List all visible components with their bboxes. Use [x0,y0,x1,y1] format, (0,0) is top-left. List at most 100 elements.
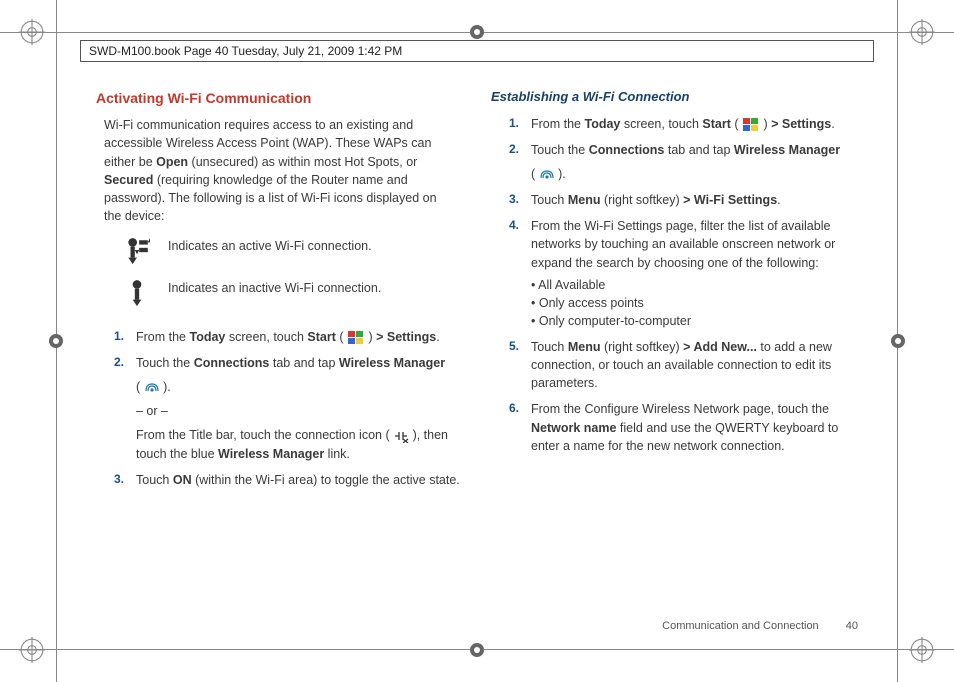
step-number: 1. [114,328,136,345]
step-bold: Menu [568,193,601,207]
step-item: 1. From the Today screen, touch Start ( … [114,328,463,346]
step-text: ) [760,117,771,131]
antenna-icon [539,168,555,182]
step-bold: > Settings [771,117,831,131]
bullet-item: Only access points [531,294,858,312]
step-item: 2. Touch the Connections tab and tap Wir… [509,141,858,183]
wifi-active-icon [124,237,150,272]
filter-bullets: All Available Only access points Only co… [531,276,858,330]
step-text: Touch [531,340,568,354]
right-column: Establishing a Wi-Fi Connection 1. From … [491,88,858,612]
step-sub: ( ). [531,165,858,183]
step-text: From the Wi-Fi Settings page, filter the… [531,219,835,269]
step-body: Touch the Connections tab and tap Wirele… [136,354,463,463]
step-text: (within the Wi-Fi area) to toggle the ac… [192,473,460,487]
intro-bold-open: Open [156,155,188,169]
step-item: 4. From the Wi-Fi Settings page, filter … [509,217,858,330]
step-text: ( [336,330,347,344]
icon-legend-row: Indicates an inactive Wi-Fi connection. [124,279,463,314]
step-body: From the Configure Wireless Network page… [531,400,858,454]
step-or: – or – [136,402,463,420]
step-text: . [831,117,834,131]
step-text: . [436,330,439,344]
print-header-text: SWD-M100.book Page 40 Tuesday, July 21, … [89,44,402,58]
step-text: ). [160,380,171,394]
step-text: screen, touch [225,330,307,344]
windows-flag-icon [742,117,760,133]
step-bold: Wireless Manager [734,143,840,157]
step-bold: Start [702,117,730,131]
step-bold: Connections [194,356,270,370]
heading-activating: Activating Wi-Fi Communication [96,88,463,108]
corner-mark-icon [909,637,935,663]
page-footer: Communication and Connection 40 [662,620,858,632]
step-number: 6. [509,400,531,417]
step-alt: From the Title bar, touch the connection… [136,426,463,462]
step-bold: Start [307,330,335,344]
step-body: Touch Menu (right softkey) > Wi-Fi Setti… [531,191,858,209]
step-bold: Today [190,330,226,344]
step-text: ( [136,380,144,394]
step-text: link. [324,447,350,461]
icon-legend-text: Indicates an active Wi-Fi connection. [168,237,463,255]
step-number: 3. [509,191,531,208]
register-mark-icon [468,641,486,659]
step-item: 1. From the Today screen, touch Start ( … [509,115,858,133]
step-bold: ON [173,473,192,487]
page-body: Activating Wi-Fi Communication Wi-Fi com… [96,88,858,612]
step-bold: > Settings [376,330,436,344]
step-bold: Today [585,117,621,131]
print-header: SWD-M100.book Page 40 Tuesday, July 21, … [80,40,874,62]
step-text: tab and tap [269,356,339,370]
register-mark-icon [889,332,907,350]
step-sub: ( ). [136,378,463,396]
icon-legend-row: Indicates an active Wi-Fi connection. [124,237,463,272]
windows-flag-icon [347,330,365,346]
step-bold: Wireless Manager [218,447,324,461]
step-body: Touch the Connections tab and tap Wirele… [531,141,858,183]
steps-list: 1. From the Today screen, touch Start ( … [509,115,858,455]
step-bold: Connections [589,143,665,157]
intro-bold-secured: Secured [104,173,153,187]
step-text: From the [531,117,585,131]
step-body: Touch Menu (right softkey) > Add New... … [531,338,858,392]
step-number: 2. [114,354,136,371]
step-bold: Menu [568,340,601,354]
left-column: Activating Wi-Fi Communication Wi-Fi com… [96,88,463,612]
step-text: (right softkey) [600,193,683,207]
register-mark-icon [47,332,65,350]
step-item: 3. Touch ON (within the Wi-Fi area) to t… [114,471,463,489]
intro-text: (unsecured) as within most Hot Spots, or [188,155,417,169]
step-bold: > Wi-Fi Settings [683,193,777,207]
icon-legend-text: Indicates an inactive Wi-Fi connection. [168,279,463,297]
step-text: . [777,193,780,207]
bullet-item: Only computer-to-computer [531,312,858,330]
corner-mark-icon [909,19,935,45]
step-bold: > Add New... [683,340,757,354]
step-text: From the Title bar, touch the connection… [136,428,393,442]
step-item: 3. Touch Menu (right softkey) > Wi-Fi Se… [509,191,858,209]
step-text: (right softkey) [600,340,683,354]
steps-list: 1. From the Today screen, touch Start ( … [114,328,463,489]
step-text: Touch [531,193,568,207]
step-text: Touch [136,473,173,487]
connection-x-icon [393,429,409,443]
step-item: 5. Touch Menu (right softkey) > Add New.… [509,338,858,392]
step-bold: Wireless Manager [339,356,445,370]
wifi-inactive-icon [124,279,150,314]
step-item: 6. From the Configure Wireless Network p… [509,400,858,454]
intro-paragraph: Wi-Fi communication requires access to a… [104,116,455,225]
footer-section: Communication and Connection [662,620,819,632]
step-body: From the Today screen, touch Start ( ) >… [136,328,463,346]
intro-text: (requiring knowledge of the Router name … [104,173,437,223]
step-body: From the Wi-Fi Settings page, filter the… [531,217,858,330]
step-number: 5. [509,338,531,355]
step-text: ( [531,167,539,181]
corner-mark-icon [19,19,45,45]
corner-mark-icon [19,637,45,663]
step-item: 2. Touch the Connections tab and tap Wir… [114,354,463,463]
step-body: Touch ON (within the Wi-Fi area) to togg… [136,471,463,489]
step-text: From the Configure Wireless Network page… [531,402,829,416]
step-number: 1. [509,115,531,132]
step-text: Touch the [136,356,194,370]
